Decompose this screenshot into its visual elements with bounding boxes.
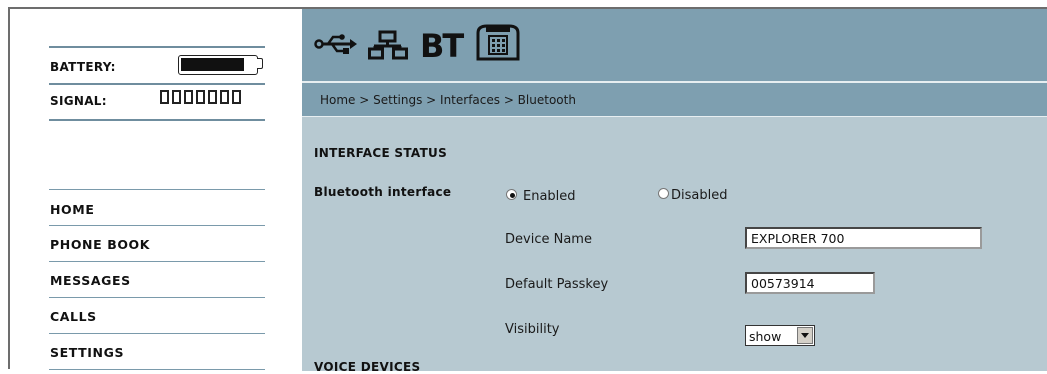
battery-icon [178,55,258,75]
signal-bar [160,90,169,104]
signal-bar [208,90,217,104]
signal-label: SIGNAL: [50,94,107,108]
divider [49,119,265,121]
default-passkey-input[interactable] [745,272,875,294]
nav-messages[interactable]: MESSAGES [50,273,131,288]
main-panel: BT Home > Settings > Interfaces > Blueto… [302,9,1047,374]
breadcrumb-bar: Home > Settings > Interfaces > Bluetooth [302,83,1047,117]
bluetooth-interface-label: Bluetooth interface [314,185,452,199]
interface-icon-bar: BT [302,9,1047,83]
network-icon[interactable] [368,30,408,60]
chevron-down-icon[interactable] [797,327,813,344]
divider [49,46,265,48]
divider [49,297,265,298]
signal-strength-indicator [160,90,241,104]
bluetooth-icon[interactable]: BT [420,27,464,65]
divider [49,189,265,190]
divider [49,369,265,370]
divider [49,83,265,85]
breadcrumb[interactable]: Home > Settings > Interfaces > Bluetooth [320,93,576,107]
disabled-radio[interactable] [658,188,669,199]
signal-bar [196,90,205,104]
nav-settings[interactable]: SETTINGS [50,345,124,360]
usb-icon[interactable] [314,33,358,55]
divider [49,261,265,262]
device-name-label: Device Name [505,232,592,247]
visibility-value: show [749,329,782,344]
interface-status-title: INTERFACE STATUS [314,146,448,160]
voice-devices-title: VOICE DEVICES [314,360,421,374]
battery-level-fill [181,58,244,71]
signal-bar [172,90,181,104]
signal-bar [184,90,193,104]
battery-label: BATTERY: [50,60,116,74]
nav-home[interactable]: HOME [50,202,94,217]
signal-bar [220,90,229,104]
disabled-label: Disabled [671,188,728,203]
visibility-label: Visibility [505,322,560,337]
signal-bar [232,90,241,104]
visibility-select[interactable]: show [745,325,815,346]
device-name-input[interactable] [745,227,982,249]
divider [49,225,265,226]
enabled-radio[interactable] [506,189,517,200]
app-frame: BATTERY: SIGNAL: HOME PHONE BOOK MESSAGE… [8,7,1047,374]
battery-tip [257,58,263,69]
default-passkey-label: Default Passkey [505,277,609,292]
nav-phone-book[interactable]: PHONE BOOK [50,237,150,252]
nav-calls[interactable]: CALLS [50,309,97,324]
enabled-label: Enabled [523,189,576,204]
sidebar: BATTERY: SIGNAL: HOME PHONE BOOK MESSAGE… [10,9,302,371]
telephone-icon[interactable] [475,23,521,63]
divider [49,333,265,334]
